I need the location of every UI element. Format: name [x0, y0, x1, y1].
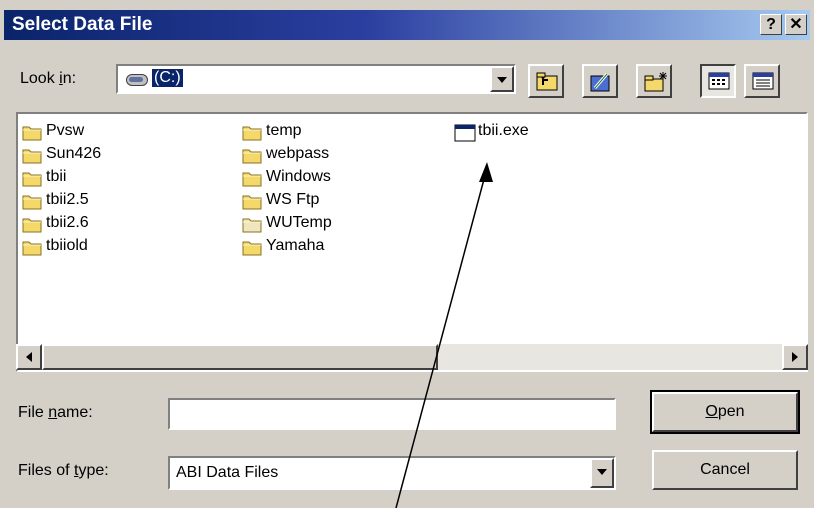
- annotation-arrow: [395, 162, 493, 508]
